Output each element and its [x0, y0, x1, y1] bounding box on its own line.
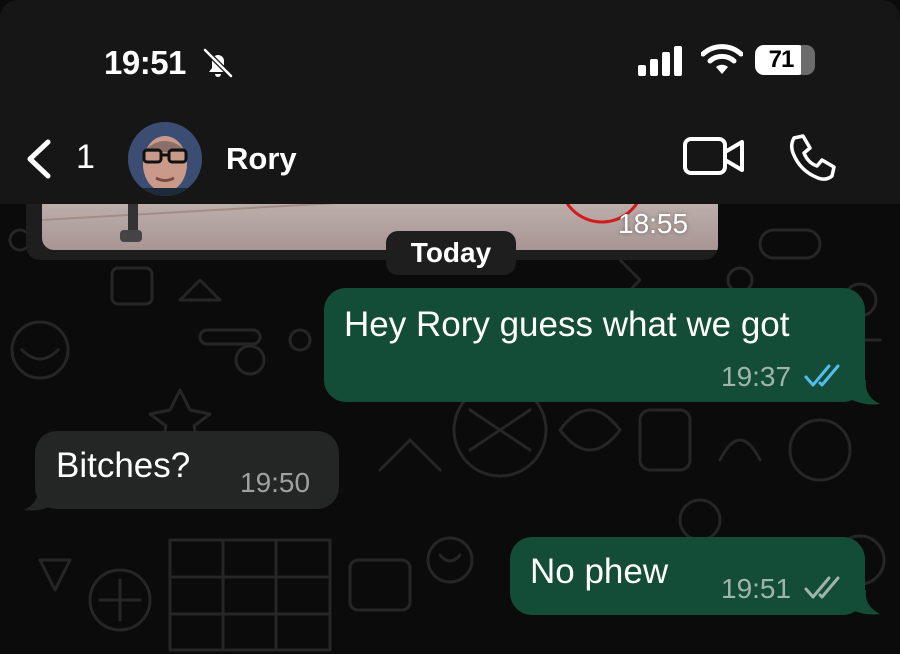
message-text: No phew: [530, 552, 669, 591]
video-camera-icon[interactable]: [682, 134, 746, 178]
status-time: 19:51: [104, 44, 186, 81]
delivered-receipt-icon: [804, 576, 840, 599]
message-time: 19:51: [721, 573, 792, 604]
message-bubble-outgoing[interactable]: Hey Rory guess what we got 19:37: [324, 288, 865, 402]
back-button[interactable]: 1: [24, 134, 104, 184]
chevron-left-icon: [27, 139, 51, 179]
cellular-signal-icon: [638, 46, 682, 76]
battery-icon: 71: [755, 45, 815, 75]
message-time: 19:37: [721, 361, 792, 392]
top-bar: 19:51 71 1 Rory: [0, 0, 900, 204]
message-text: Bitches?: [56, 446, 191, 485]
message-time: 18:55: [618, 208, 689, 239]
wifi-icon: [701, 44, 743, 74]
message-time: 19:50: [240, 467, 311, 498]
contact-name[interactable]: Rory: [226, 141, 297, 177]
date-separator: Today: [386, 231, 516, 275]
message-bubble-incoming[interactable]: Bitches? 19:50: [35, 431, 339, 509]
battery-nub: [810, 55, 815, 65]
avatar-image: [128, 122, 202, 196]
read-receipt-icon: [804, 364, 840, 387]
phone-icon[interactable]: [786, 132, 836, 182]
bell-slash-icon: [203, 48, 233, 78]
message-text: Hey Rory guess what we got: [344, 305, 790, 344]
battery-level: 71: [768, 46, 795, 73]
avatar[interactable]: [128, 122, 202, 196]
message-bubble-outgoing[interactable]: No phew 19:51: [510, 537, 865, 615]
unread-count: 1: [76, 138, 95, 176]
